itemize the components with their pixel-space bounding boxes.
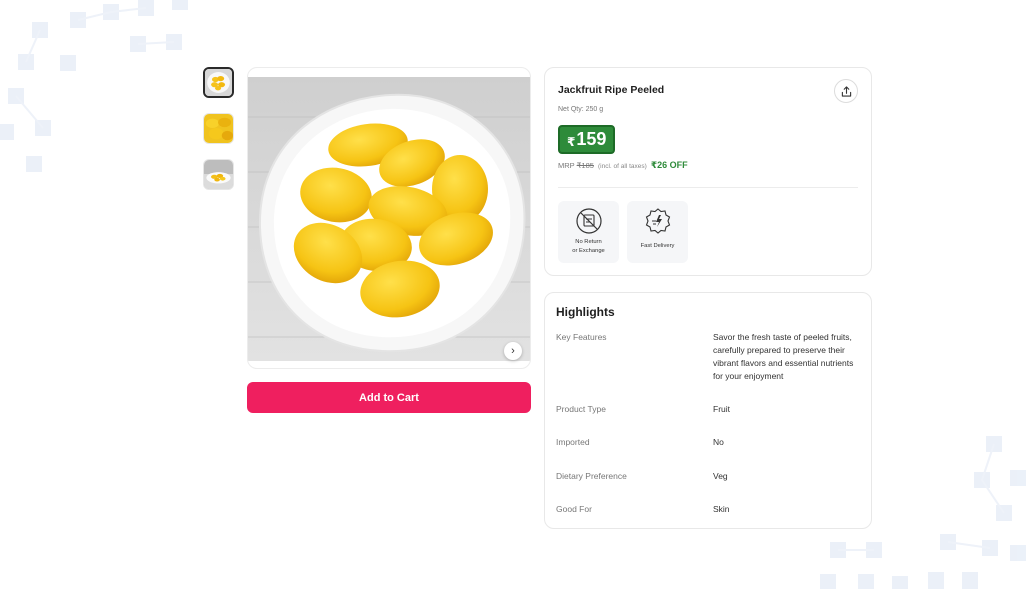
next-image-button[interactable]: ›: [504, 342, 522, 360]
thumbnail-3[interactable]: [203, 159, 234, 190]
share-icon: [841, 85, 851, 97]
thumbnail-1[interactable]: [203, 67, 234, 98]
price-value: 159: [576, 129, 607, 149]
highlights-card: Highlights Key Features Savor the fresh …: [544, 292, 872, 529]
jackfruit-bowl-image: [204, 160, 233, 189]
feature-no-return: No Return or Exchange: [558, 201, 619, 263]
highlight-key-dietary-preference: Dietary Preference: [556, 471, 627, 481]
chevron-right-icon: ›: [511, 345, 515, 357]
divider: [558, 187, 858, 188]
product-title: Jackfruit Ripe Peeled: [558, 84, 665, 96]
jackfruit-thumbnail-image: [205, 69, 232, 96]
currency-symbol: ₹: [567, 134, 576, 149]
feature-label-line1: No Return: [575, 239, 602, 245]
highlight-key-good-for: Good For: [556, 504, 592, 514]
highlight-key-imported: Imported: [556, 437, 590, 447]
taxes-note: (incl. of all taxes): [598, 163, 647, 170]
thumbnail-2[interactable]: [203, 113, 234, 144]
highlight-value-imported: No: [713, 437, 724, 447]
product-info-card: Jackfruit Ripe Peeled Net Qty: 250 g ₹ 1…: [544, 67, 872, 276]
no-return-icon: [575, 208, 602, 234]
highlight-key-key-features: Key Features: [556, 332, 607, 342]
thumbnail-strip: [203, 67, 234, 205]
mrp-line: MRP ₹185 (incl. of all taxes) ₹26 OFF: [558, 160, 688, 171]
highlight-value-product-type: Fruit: [713, 404, 730, 414]
highlight-value-good-for: Skin: [713, 504, 730, 514]
mrp-value: ₹185: [576, 161, 594, 170]
mrp-label: MRP: [558, 161, 575, 170]
highlights-title: Highlights: [556, 305, 615, 319]
highlight-value-dietary-preference: Veg: [713, 471, 728, 481]
net-quantity: Net Qty: 250 g: [558, 106, 604, 113]
feature-label-line1: Fast Delivery: [640, 243, 675, 249]
share-button[interactable]: [834, 79, 858, 103]
add-to-cart-button[interactable]: Add to Cart: [247, 382, 531, 413]
product-main-image: [248, 77, 530, 361]
jackfruit-closeup-image: [204, 114, 233, 143]
feature-fast-delivery: Fast Delivery: [627, 201, 688, 263]
highlight-key-product-type: Product Type: [556, 404, 606, 414]
price-badge: ₹ 159: [558, 125, 616, 154]
discount-amount: ₹26 OFF: [650, 160, 688, 170]
main-image-card: ›: [247, 67, 531, 369]
highlight-value-key-features: Savor the fresh taste of peeled fruits, …: [713, 332, 854, 381]
feature-label-line2: or Exchange: [572, 247, 605, 254]
fast-delivery-icon: [645, 208, 670, 234]
